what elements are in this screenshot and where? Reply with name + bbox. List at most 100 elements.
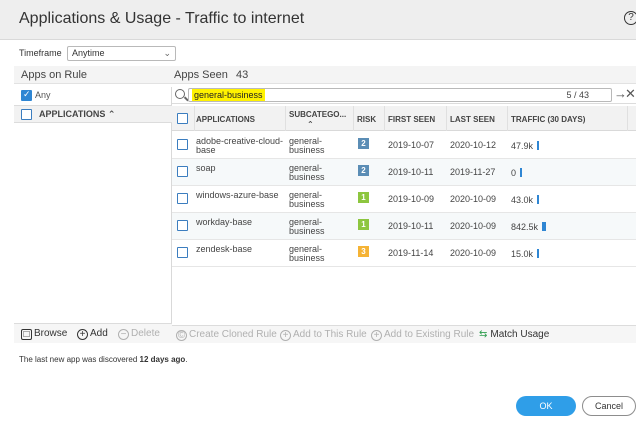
risk-column-header[interactable]: RISK (357, 115, 376, 124)
traffic-cell: 43.0k (511, 195, 540, 205)
column-divider (507, 106, 508, 131)
app-name[interactable]: workday-base (196, 218, 284, 227)
plus-circle-icon: + (371, 330, 382, 341)
close-icon[interactable]: ✕ (625, 86, 636, 102)
traffic-bar (537, 195, 540, 204)
row-checkbox[interactable] (177, 166, 188, 177)
table-row[interactable]: windows-azure-base general-business 1 2019-… (172, 186, 636, 213)
last-seen: 2020-10-09 (450, 221, 497, 231)
any-checkbox[interactable] (21, 89, 32, 101)
row-checkbox[interactable] (177, 193, 188, 204)
browse-button[interactable]: □ Browse (21, 328, 67, 340)
traffic-cell: 47.9k (511, 141, 540, 151)
subcategory: general-business (289, 136, 325, 155)
plus-circle-icon: + (280, 330, 291, 341)
applications-column-header[interactable]: APPLICATIONS (196, 115, 255, 124)
risk-badge: 3 (358, 246, 369, 257)
row-checkbox[interactable] (177, 220, 188, 231)
traffic-cell: 0 (511, 168, 523, 178)
column-divider (285, 106, 286, 131)
subcategory: general-business (289, 190, 325, 209)
search-match-count: 5 / 43 (566, 90, 589, 100)
minus-circle-icon: − (118, 329, 129, 340)
apps-on-rule-heading: Apps on Rule (21, 69, 88, 81)
cancel-button[interactable]: Cancel (582, 396, 636, 416)
subcategory: general-business (289, 217, 325, 236)
last-new-app-note: The last new app was discovered 12 days … (19, 355, 188, 364)
app-name[interactable]: zendesk-base (196, 245, 284, 254)
last-seen: 2020-10-12 (450, 140, 497, 150)
table-row[interactable]: soap general-business 2 2019-10-11 2019-11-2… (172, 159, 636, 186)
chevron-down-icon: ⌄ (163, 48, 171, 58)
subcategory: general-business (289, 244, 325, 263)
question-circle-icon[interactable]: ? (624, 11, 636, 25)
traffic-bar (537, 249, 540, 258)
risk-badge: 1 (358, 192, 369, 203)
traffic-value: 842.5k (511, 222, 539, 232)
traffic-value: 43.0k (511, 195, 534, 205)
browse-icon: □ (21, 329, 32, 340)
app-name[interactable]: windows-azure-base (196, 191, 284, 200)
traffic-bar (542, 222, 547, 231)
table-row[interactable]: workday-base general-business 1 2019-10-11 2… (172, 213, 636, 240)
traffic-bar (537, 141, 540, 150)
plus-circle-icon: + (77, 329, 88, 340)
search-input[interactable]: general-business 5 / 43 (188, 88, 612, 102)
traffic-value: 15.0k (511, 249, 534, 259)
table-row[interactable]: adobe-creative-cloud-base general-busines… (172, 132, 636, 159)
clone-icon: © (176, 330, 187, 341)
first-seen: 2019-11-14 (388, 248, 434, 258)
timeframe-select[interactable]: Anytime ⌄ (67, 46, 176, 61)
dialog-title: Applications & Usage - Traffic to intern… (19, 10, 305, 27)
last-seen: 2019-11-27 (450, 167, 496, 177)
applications-column-header[interactable]: APPLICATIONS ⌃ (39, 109, 115, 120)
apps-seen-table-header: APPLICATIONS SUBCATEGO... ⌃ RISK FIRST SE… (172, 106, 636, 131)
delete-button[interactable]: − Delete (118, 328, 160, 340)
first-seen: 2019-10-09 (388, 194, 435, 204)
panels-header: Apps on Rule Apps Seen 43 (14, 66, 636, 84)
any-row[interactable]: Any (14, 87, 172, 104)
add-button[interactable]: + Add (77, 328, 108, 340)
first-seen-column-header[interactable]: FIRST SEEN (388, 115, 435, 124)
any-label: Any (35, 90, 51, 100)
create-cloned-rule-button[interactable]: © Create Cloned Rule (176, 329, 277, 341)
traffic-value: 47.9k (511, 141, 534, 151)
timeframe-label: Timeframe (19, 48, 62, 58)
applications-usage-dialog: Applications & Usage - Traffic to intern… (0, 0, 636, 421)
last-seen-column-header[interactable]: LAST SEEN (450, 115, 495, 124)
ok-button[interactable]: OK (516, 396, 576, 416)
last-seen: 2020-10-09 (450, 194, 497, 204)
traffic-value: 0 (511, 168, 517, 178)
column-divider (384, 106, 385, 131)
column-divider (353, 106, 354, 131)
select-all-checkbox[interactable] (21, 109, 32, 120)
column-divider (194, 106, 195, 131)
add-to-existing-rule-button[interactable]: + Add to Existing Rule (371, 329, 474, 341)
match-usage-button[interactable]: ⇆ Match Usage (479, 329, 549, 340)
search-value: general-business (192, 89, 265, 101)
row-checkbox[interactable] (177, 247, 188, 258)
subcategory: general-business (289, 163, 325, 182)
apps-seen-action-bar: © Create Cloned Rule + Add to This Rule + A… (172, 325, 636, 343)
traffic-cell: 842.5k (511, 222, 547, 232)
apps-seen-panel: general-business 5 / 43 → ✕ APPLICATIONS… (172, 86, 636, 343)
traffic-bar (520, 168, 523, 177)
swap-arrows-icon: ⇆ (479, 329, 488, 340)
last-seen: 2020-10-09 (450, 248, 497, 258)
column-divider (446, 106, 447, 131)
subcategory-column-header[interactable]: SUBCATEGO... ⌃ (289, 110, 346, 130)
first-seen: 2019-10-07 (388, 140, 435, 150)
apps-seen-heading: Apps Seen (174, 69, 228, 81)
apps-seen-count: 43 (236, 69, 249, 81)
first-seen: 2019-10-11 (388, 221, 434, 231)
app-name[interactable]: adobe-creative-cloud-base (196, 137, 284, 155)
apps-on-rule-panel: Any APPLICATIONS ⌃ □Browse +Add −Delete (14, 87, 172, 343)
apps-on-rule-column-header: APPLICATIONS ⌃ (14, 105, 172, 123)
row-checkbox[interactable] (177, 139, 188, 150)
risk-badge: 2 (358, 165, 369, 176)
table-row[interactable]: zendesk-base general-business 3 2019-11-14 2… (172, 240, 636, 267)
add-to-this-rule-button[interactable]: + Add to This Rule (280, 329, 367, 341)
app-name[interactable]: soap (196, 164, 284, 173)
traffic-column-header[interactable]: TRAFFIC (30 DAYS) (511, 115, 585, 124)
select-all-checkbox[interactable] (177, 113, 188, 124)
